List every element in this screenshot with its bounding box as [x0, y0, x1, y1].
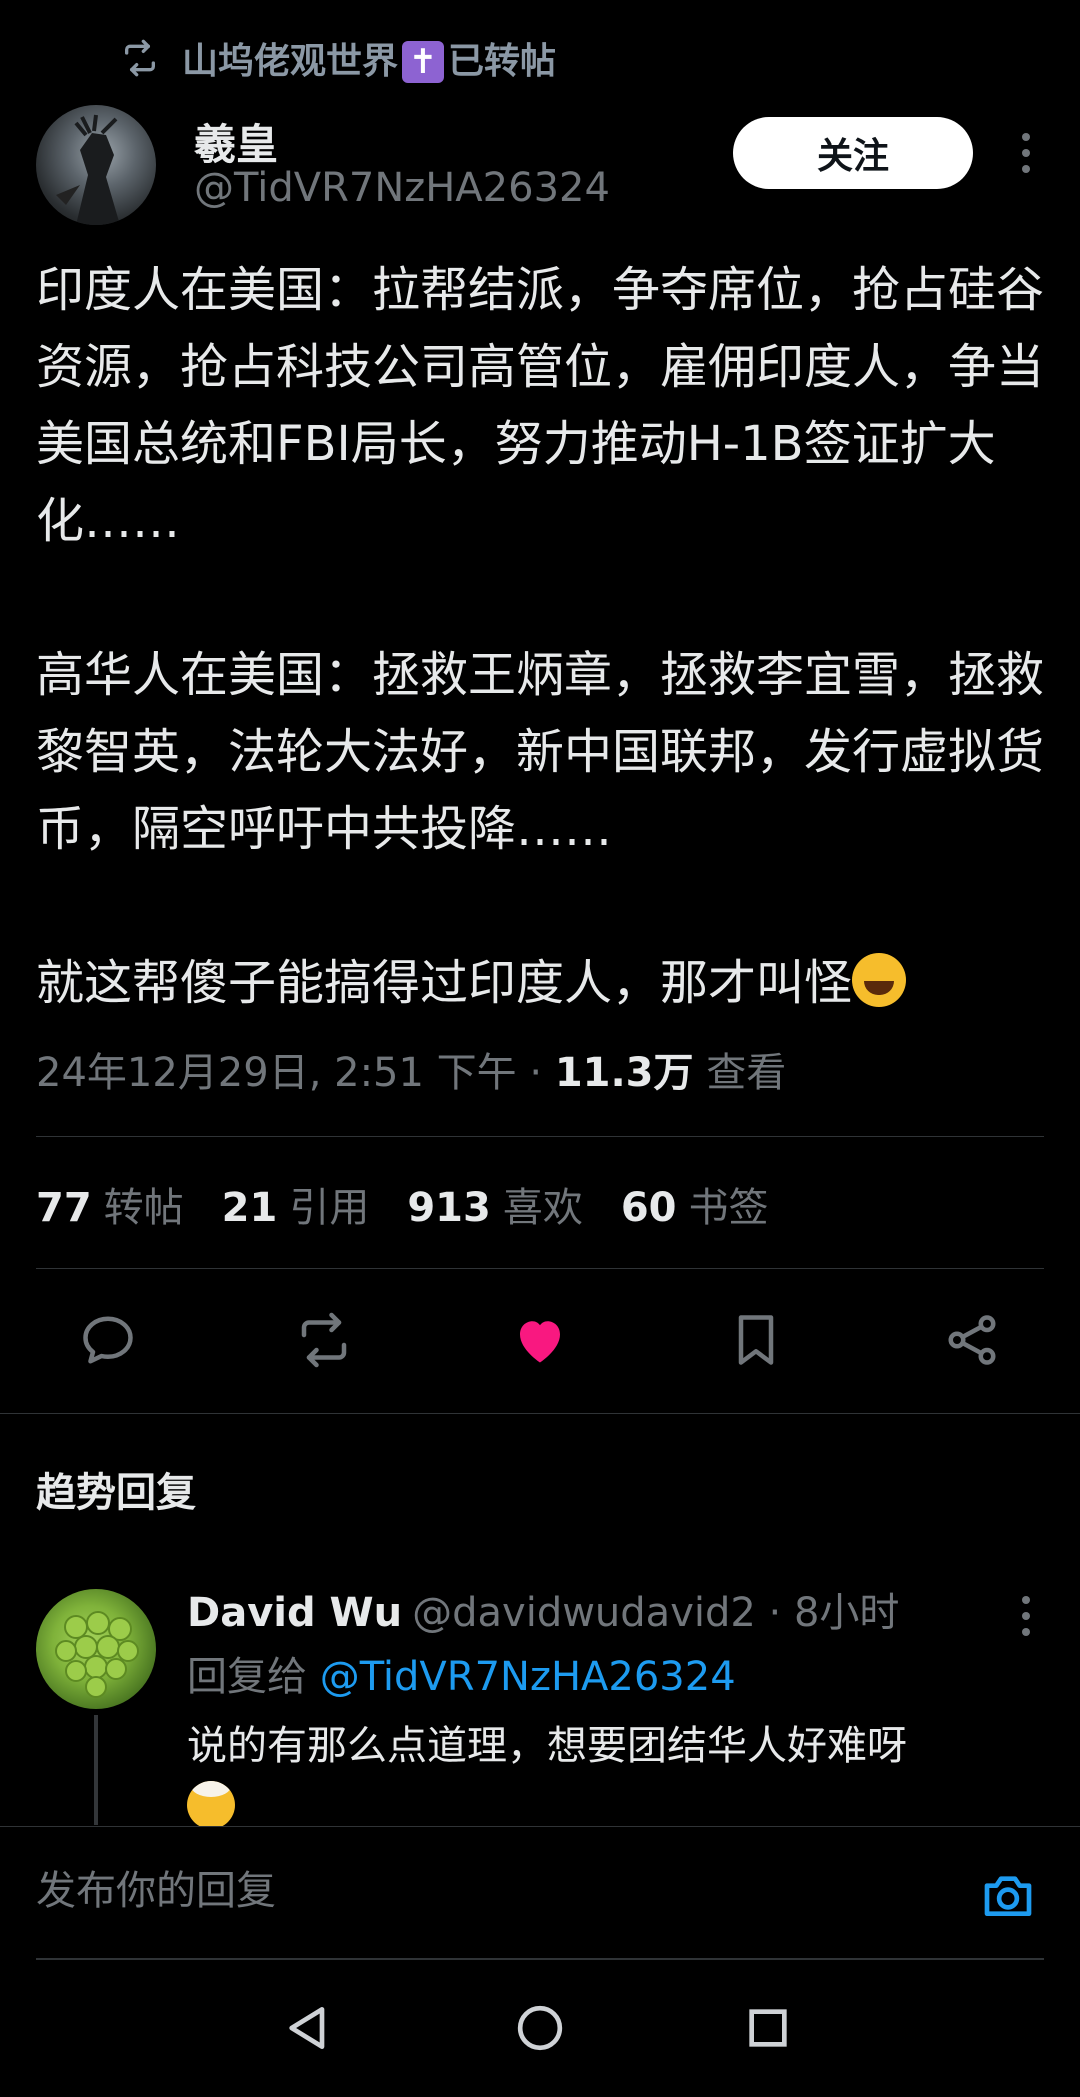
post-paragraph-3: 就这帮傻子能搞得过印度人，那才叫怪 — [36, 945, 1046, 1022]
recents-button[interactable] — [738, 1998, 798, 2058]
share-icon — [948, 1315, 996, 1365]
post-paragraph-2: 高华人在美国：拯救王炳章，拯救李宜雪，拯救黎智英，法轮大法好，新中国联邦，发行虚… — [36, 647, 1045, 857]
follow-button[interactable]: 关注 — [733, 117, 973, 189]
grapes-avatar-image — [55, 1611, 139, 1698]
reply-input[interactable]: 发布你的回复 — [36, 1861, 276, 1921]
thread-line — [94, 1715, 98, 1825]
engagement-stats: 77 转帖 21 引用 913 喜欢 60 书签 — [36, 1180, 769, 1236]
divider — [36, 1268, 1044, 1269]
rolling-laughing-emoji-icon — [852, 953, 907, 1007]
stat-bookmarks[interactable]: 60 书签 — [621, 1180, 769, 1236]
camera-icon[interactable] — [978, 1867, 1038, 1923]
repost-user-label[interactable]: 山坞佬观世界 — [182, 41, 398, 82]
reply-to-line: 回复给 @TidVR7NzHA26324 — [187, 1649, 736, 1705]
post-paragraph-1: 印度人在美国：拉帮结派，争夺席位，抢占硅谷资源，抢占科技公司高管位，雇佣印度人，… — [36, 262, 1045, 549]
home-button[interactable] — [510, 1998, 570, 2058]
reply-header: David Wu @davidwudavid2 · 8小时 — [187, 1585, 899, 1641]
repost-button[interactable] — [284, 1300, 364, 1380]
system-navigation-bar — [0, 1960, 1080, 2097]
repost-icon — [125, 39, 155, 77]
reply-avatar[interactable] — [36, 1589, 156, 1709]
stat-likes[interactable]: 913 喜欢 — [407, 1180, 583, 1236]
post-header: 羲皇 @TidVR7NzHA26324 关注 — [36, 105, 1044, 225]
back-button[interactable] — [278, 1998, 338, 2058]
reply-time: · 8小时 — [755, 1590, 900, 1636]
heart-filled-icon — [520, 1321, 560, 1363]
repost-indicator: 山坞佬观世界 ✝ 已转帖 — [120, 30, 556, 86]
reply-item[interactable]: David Wu @davidwudavid2 · 8小时 回复给 @TidVR7… — [36, 1585, 1044, 1829]
recents-square-icon — [749, 2009, 787, 2047]
bookmark-icon — [738, 1315, 774, 1365]
author-avatar[interactable] — [36, 105, 156, 225]
reply-text: 说的有那么点道理，想要团结华人好难呀 — [187, 1715, 1037, 1839]
post-meta: 24年12月29日, 2:51 下午 · 11.3万 查看 — [36, 1045, 786, 1101]
action-bar — [36, 1300, 1044, 1380]
section-divider — [0, 1413, 1080, 1414]
trending-replies-title: 趋势回复 — [36, 1470, 196, 1516]
views-label: 查看 — [693, 1050, 787, 1096]
reply-to-label: 回复给 — [187, 1654, 320, 1700]
views-count: 11.3万 — [554, 1050, 694, 1096]
latin-cross-icon: ✝ — [402, 41, 445, 83]
home-circle-icon — [517, 2005, 563, 2051]
stat-reposts[interactable]: 77 转帖 — [36, 1180, 184, 1236]
stat-quotes[interactable]: 21 引用 — [222, 1180, 370, 1236]
back-triangle-icon — [289, 2007, 325, 2049]
reply-more-options-icon[interactable] — [1011, 1591, 1041, 1641]
more-options-icon[interactable] — [1011, 123, 1041, 183]
author-name[interactable]: 羲皇 — [194, 111, 278, 172]
author-handle[interactable]: @TidVR7NzHA26324 — [194, 165, 610, 211]
comment-icon — [83, 1316, 133, 1364]
reply-button[interactable] — [68, 1300, 148, 1380]
author-avatar-image — [56, 114, 120, 225]
post-datetime[interactable]: 24年12月29日, 2:51 下午 · — [36, 1050, 555, 1096]
bookmark-button[interactable] — [716, 1300, 796, 1380]
post-text: 印度人在美国：拉帮结派，争夺席位，抢占硅谷资源，抢占科技公司高管位，雇佣印度人，… — [36, 252, 1046, 1022]
share-button[interactable] — [932, 1300, 1012, 1380]
divider — [36, 1136, 1044, 1137]
reply-composer: 发布你的回复 — [0, 1826, 1080, 1960]
reply-author-name[interactable]: David Wu — [187, 1590, 402, 1636]
like-button[interactable] — [500, 1300, 580, 1380]
repost-icon — [301, 1312, 347, 1368]
exploding-head-emoji-icon — [187, 1781, 235, 1829]
reply-to-mention[interactable]: @TidVR7NzHA26324 — [320, 1654, 736, 1700]
repost-suffix-label: 已转帖 — [448, 41, 557, 82]
reply-author-handle[interactable]: @davidwudavid2 — [412, 1590, 756, 1636]
